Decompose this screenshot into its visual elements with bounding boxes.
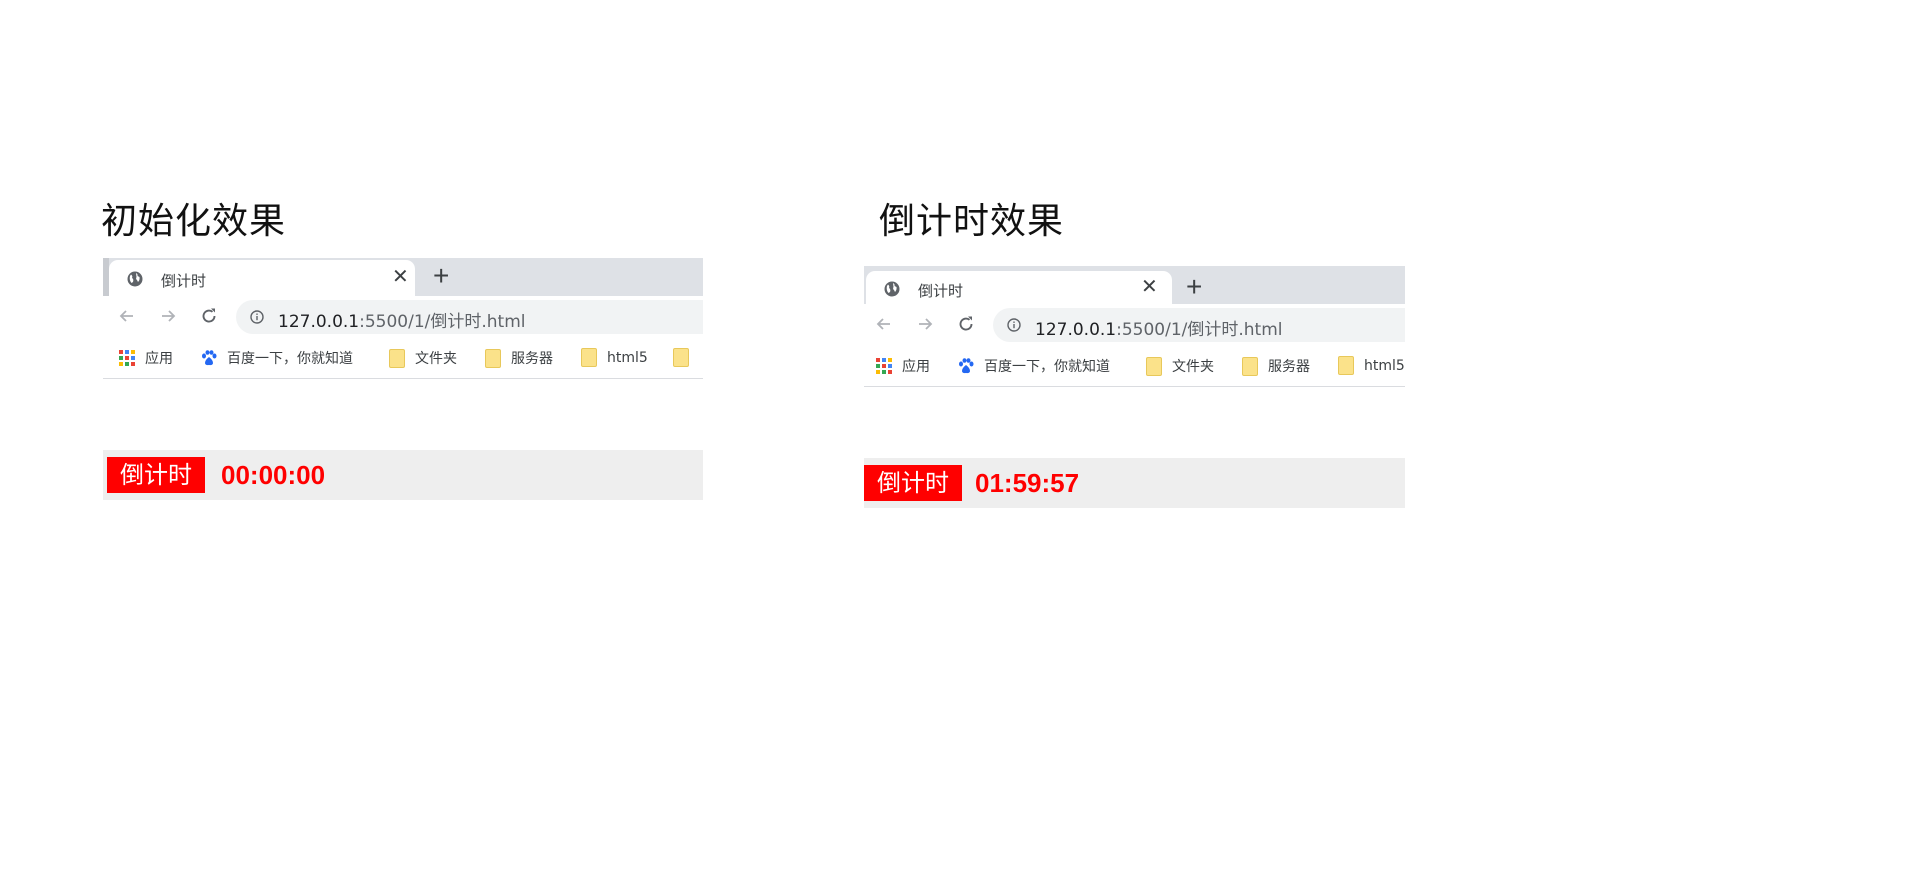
- folder-icon: [1146, 356, 1162, 376]
- tab-title: 倒计时: [918, 282, 964, 300]
- bookmark-baidu[interactable]: 百度一下，你就知道: [201, 348, 353, 368]
- bookmark-label: 文件夹: [1172, 359, 1214, 375]
- tab-strip: 倒计时 ✕ +: [864, 266, 1405, 304]
- folder-icon: [581, 348, 597, 367]
- panel-heading-initial: 初始化效果: [101, 201, 287, 242]
- back-arrow-icon[interactable]: [117, 306, 137, 326]
- folder-icon: [673, 348, 689, 367]
- countdown-time: 01:59:57: [975, 468, 1080, 498]
- page-blank-area: [864, 387, 1405, 450]
- back-arrow-icon[interactable]: [874, 314, 894, 334]
- bookmark-folder[interactable]: 文件夹: [389, 348, 457, 368]
- bookmark-folder[interactable]: 服务器: [1242, 356, 1310, 376]
- bookmark-label: 百度一下，你就知道: [227, 351, 353, 367]
- close-icon[interactable]: ✕: [1141, 277, 1158, 297]
- countdown-bar: 倒计时 00:00:00: [103, 450, 703, 500]
- bookmark-label: 应用: [902, 359, 930, 375]
- folder-icon: [389, 348, 405, 368]
- countdown-time: 00:00:00: [221, 460, 326, 490]
- apps-grid-icon: [876, 358, 892, 374]
- browser-tab[interactable]: 倒计时 ✕: [866, 271, 1172, 304]
- apps-grid-icon: [119, 350, 135, 366]
- address-bar[interactable]: 127.0.0.1:5500/1/倒计时.html: [236, 300, 703, 334]
- bookmark-apps[interactable]: 应用: [876, 356, 930, 376]
- info-icon[interactable]: [250, 310, 264, 324]
- browser-tab[interactable]: 倒计时 ✕: [109, 260, 415, 296]
- url-text: 127.0.0.1:5500/1/倒计时.html: [1035, 320, 1283, 340]
- globe-icon: [884, 281, 900, 297]
- browser-toolbar: 127.0.0.1:5500/1/倒计时.html: [864, 304, 1405, 346]
- bookmark-folder[interactable]: html5: [1338, 356, 1405, 375]
- reload-icon[interactable]: [956, 314, 976, 334]
- info-icon[interactable]: [1007, 318, 1021, 332]
- bookmark-folder[interactable]: [673, 348, 699, 367]
- bookmark-label: 文件夹: [415, 351, 457, 367]
- bookmark-label: 服务器: [1268, 359, 1310, 375]
- countdown-bar: 倒计时 01:59:57: [864, 458, 1405, 508]
- page-blank-area: [103, 379, 703, 442]
- browser-screenshot-countdown: 倒计时 ✕ + 127.0.0.1:5500/1/倒计时.html 应用 百度一…: [864, 266, 1405, 566]
- browser-toolbar: 127.0.0.1:5500/1/倒计时.html: [103, 296, 703, 338]
- bookmark-label: 百度一下，你就知道: [984, 359, 1110, 375]
- forward-arrow-icon[interactable]: [158, 306, 178, 326]
- plus-icon[interactable]: +: [433, 261, 449, 291]
- bookmark-label: 应用: [145, 351, 173, 367]
- bookmarks-bar: 应用 百度一下，你就知道 文件夹 服务器 html5: [864, 346, 1405, 387]
- folder-icon: [1338, 356, 1354, 375]
- tab-strip: 倒计时 ✕ +: [103, 258, 703, 296]
- countdown-label: 倒计时: [864, 465, 962, 501]
- bookmark-apps[interactable]: 应用: [119, 348, 173, 368]
- baidu-paw-icon: [202, 350, 217, 366]
- globe-icon: [127, 271, 143, 287]
- reload-icon[interactable]: [199, 306, 219, 326]
- baidu-paw-icon: [959, 358, 974, 374]
- bookmark-folder[interactable]: 文件夹: [1146, 356, 1214, 376]
- folder-icon: [1242, 356, 1258, 376]
- folder-icon: [485, 348, 501, 368]
- bookmark-folder[interactable]: 服务器: [485, 348, 553, 368]
- bookmark-label: 服务器: [511, 351, 553, 367]
- bookmark-folder[interactable]: html5: [581, 348, 648, 367]
- countdown-label: 倒计时: [107, 457, 205, 493]
- address-bar[interactable]: 127.0.0.1:5500/1/倒计时.html: [993, 308, 1405, 342]
- tab-title: 倒计时: [161, 272, 207, 290]
- url-text: 127.0.0.1:5500/1/倒计时.html: [278, 312, 526, 332]
- close-icon[interactable]: ✕: [392, 267, 409, 287]
- forward-arrow-icon[interactable]: [915, 314, 935, 334]
- browser-screenshot-initial: 倒计时 ✕ + 127.0.0.1:5500/1/倒计时.html 应用 百度一…: [103, 258, 703, 500]
- panel-heading-countdown: 倒计时效果: [879, 201, 1065, 242]
- plus-icon[interactable]: +: [1186, 272, 1202, 302]
- bookmark-label: html5: [607, 349, 648, 366]
- bookmark-label: html5: [1364, 357, 1405, 374]
- bookmark-baidu[interactable]: 百度一下，你就知道: [958, 356, 1110, 376]
- bookmarks-bar: 应用 百度一下，你就知道 文件夹 服务器 html5: [103, 338, 703, 379]
